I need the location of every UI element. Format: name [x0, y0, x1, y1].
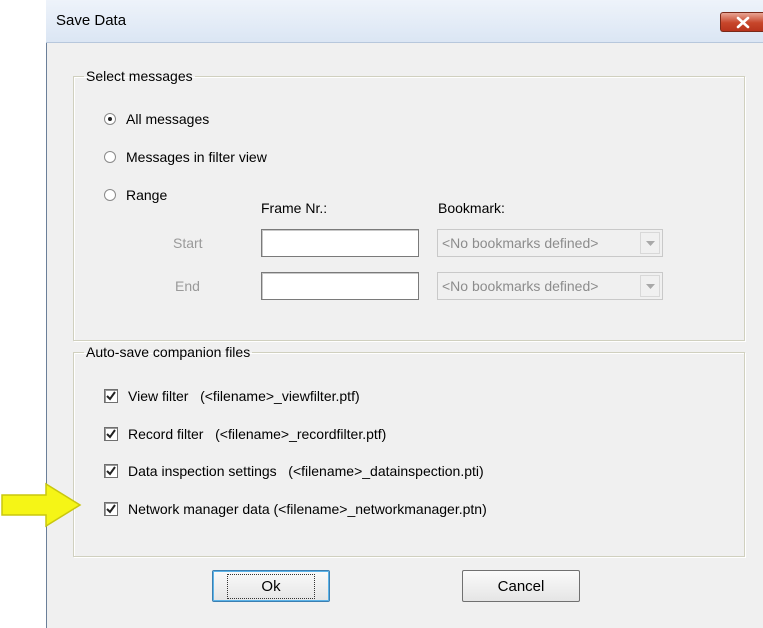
select-messages-legend: Select messages [86, 68, 193, 84]
radio-messages-in-filter-view[interactable]: Messages in filter view [104, 149, 267, 165]
dropdown-button[interactable] [640, 232, 660, 254]
window-title: Save Data [56, 12, 127, 29]
frame-nr-label: Frame Nr.: [261, 200, 328, 216]
checkmark-icon [106, 466, 116, 476]
radio-range[interactable]: Range [104, 187, 167, 203]
companion-files-legend: Auto-save companion files [86, 344, 251, 360]
title-bar[interactable]: Save Data [46, 0, 763, 43]
radio-label: All messages [126, 111, 210, 127]
chevron-down-icon [646, 284, 655, 289]
dropdown-button[interactable] [640, 275, 660, 297]
checkbox-box[interactable] [104, 389, 118, 403]
start-frame-input[interactable] [261, 229, 419, 257]
radio-indicator[interactable] [104, 189, 116, 201]
end-label: End [175, 278, 200, 294]
end-bookmark-value: <No bookmarks defined> [442, 278, 599, 294]
checkbox-view-filter[interactable]: View filter (<filename>_viewfilter.ptf) [104, 388, 360, 404]
checkbox-label: Network manager data (<filename>_network… [128, 501, 487, 517]
ok-button-label: Ok [227, 573, 315, 599]
ok-button[interactable]: Ok [212, 570, 330, 602]
cancel-button-label: Cancel [497, 577, 545, 595]
radio-label: Range [126, 187, 168, 203]
checkbox-label: Data inspection settings (<filename>_dat… [128, 463, 484, 479]
radio-all-messages[interactable]: All messages [104, 111, 209, 127]
checkbox-label: View filter (<filename>_viewfilter.ptf) [128, 388, 360, 404]
bookmark-label: Bookmark: [438, 200, 505, 216]
start-label: Start [173, 235, 203, 251]
checkmark-icon [106, 504, 116, 514]
checkbox-box[interactable] [104, 464, 118, 478]
radio-indicator[interactable] [104, 151, 116, 163]
end-bookmark-select[interactable]: <No bookmarks defined> [437, 272, 663, 300]
close-button[interactable] [720, 12, 763, 32]
cancel-button[interactable]: Cancel [462, 570, 580, 602]
arrow-right-icon [1, 482, 82, 528]
radio-indicator[interactable] [104, 113, 116, 125]
end-frame-input[interactable] [261, 272, 419, 300]
radio-label: Messages in filter view [126, 149, 267, 165]
checkmark-icon [106, 429, 116, 439]
checkmark-icon [106, 391, 116, 401]
checkbox-box[interactable] [104, 502, 118, 516]
select-messages-group: Select messages [73, 68, 745, 341]
checkbox-record-filter[interactable]: Record filter (<filename>_recordfilter.p… [104, 426, 386, 442]
checkbox-box[interactable] [104, 427, 118, 441]
start-bookmark-select[interactable]: <No bookmarks defined> [437, 229, 663, 257]
companion-files-group: Auto-save companion files [73, 344, 745, 557]
chevron-down-icon [646, 241, 655, 246]
start-bookmark-value: <No bookmarks defined> [442, 235, 599, 251]
checkbox-network-manager-data[interactable]: Network manager data (<filename>_network… [104, 501, 487, 517]
dialog-body: Select messages All messages Messages in… [47, 43, 763, 628]
checkbox-label: Record filter (<filename>_recordfilter.p… [128, 426, 387, 442]
checkbox-data-inspection-settings[interactable]: Data inspection settings (<filename>_dat… [104, 463, 484, 479]
close-icon [736, 16, 750, 29]
